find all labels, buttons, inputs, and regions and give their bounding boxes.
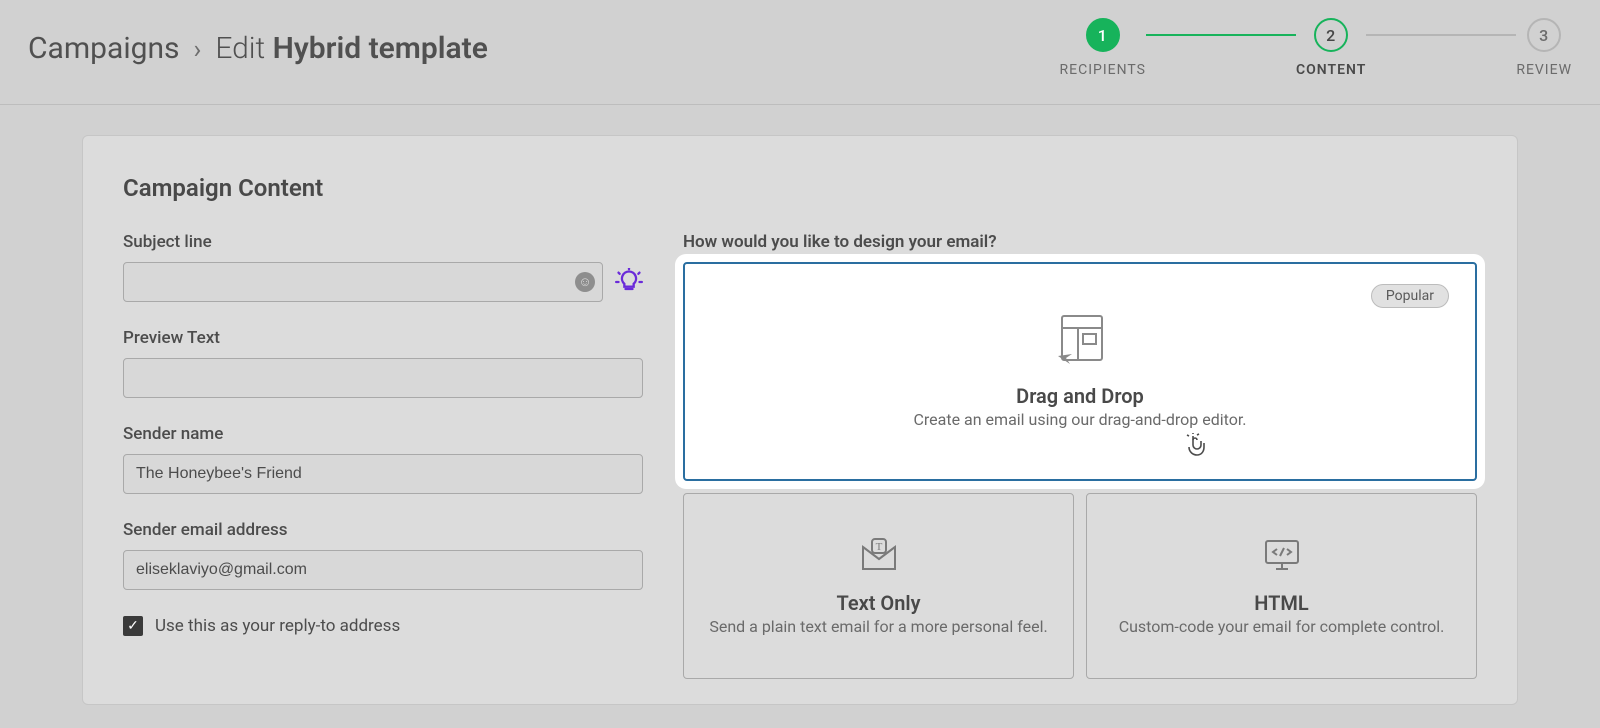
breadcrumb-root[interactable]: Campaigns xyxy=(28,31,180,66)
step-recipients[interactable]: 1 RECIPIENTS xyxy=(1060,18,1146,78)
html-title: HTML xyxy=(1254,591,1308,615)
svg-text:T: T xyxy=(875,541,882,553)
option-drag-and-drop[interactable]: Popular Drag and Drop Create an email us… xyxy=(683,262,1477,481)
dragdrop-title: Drag and Drop xyxy=(1016,384,1144,408)
option-html[interactable]: HTML Custom-code your email for complete… xyxy=(1086,493,1477,679)
reply-to-label: Use this as your reply-to address xyxy=(155,616,400,636)
sender-name-input[interactable] xyxy=(123,454,643,494)
textonly-desc: Send a plain text email for a more perso… xyxy=(709,617,1047,636)
drag-drop-icon xyxy=(1056,314,1104,370)
option-text-only[interactable]: T Text Only Send a plain text email for … xyxy=(683,493,1074,679)
page-header: Campaigns › Edit Hybrid template 1 RECIP… xyxy=(0,0,1600,105)
form-column: Subject line ☺ xyxy=(123,232,643,679)
step-circle-1: 1 xyxy=(1086,18,1120,52)
textonly-title: Text Only xyxy=(836,591,920,615)
lightbulb-icon[interactable] xyxy=(615,268,643,296)
design-column: How would you like to design your email?… xyxy=(683,232,1477,679)
sender-email-label: Sender email address xyxy=(123,520,643,540)
reply-to-checkbox[interactable]: ✓ xyxy=(123,616,143,636)
preview-label: Preview Text xyxy=(123,328,643,348)
breadcrumb-title: Hybrid template xyxy=(273,31,488,66)
sender-name-label: Sender name xyxy=(123,424,643,444)
cursor-icon xyxy=(1185,433,1207,461)
content-card: Campaign Content Subject line ☺ xyxy=(82,135,1518,705)
step-label-2: CONTENT xyxy=(1296,62,1366,78)
text-only-icon: T xyxy=(859,537,899,577)
breadcrumb-separator: › xyxy=(194,35,202,65)
breadcrumb-edit-prefix: Edit xyxy=(215,31,265,66)
dragdrop-desc: Create an email using our drag-and-drop … xyxy=(913,410,1246,429)
step-label-3: REVIEW xyxy=(1516,62,1572,78)
html-desc: Custom-code your email for complete cont… xyxy=(1119,617,1445,636)
subject-label: Subject line xyxy=(123,232,643,252)
popular-badge: Popular xyxy=(1371,284,1449,308)
emoji-icon[interactable]: ☺ xyxy=(575,272,595,292)
step-label-1: RECIPIENTS xyxy=(1060,62,1146,78)
design-question: How would you like to design your email? xyxy=(683,232,1477,252)
reply-to-row[interactable]: ✓ Use this as your reply-to address xyxy=(123,616,643,636)
step-circle-2: 2 xyxy=(1314,18,1348,52)
card-title: Campaign Content xyxy=(123,174,1477,202)
step-review[interactable]: 3 REVIEW xyxy=(1516,18,1572,78)
breadcrumb: Campaigns › Edit Hybrid template xyxy=(28,31,488,66)
preview-input[interactable] xyxy=(123,358,643,398)
subject-input[interactable] xyxy=(123,262,603,302)
step-circle-3: 3 xyxy=(1527,18,1561,52)
step-connector-1 xyxy=(1146,34,1296,36)
sender-email-input[interactable] xyxy=(123,550,643,590)
step-content[interactable]: 2 CONTENT xyxy=(1296,18,1366,78)
html-icon xyxy=(1262,537,1302,577)
step-connector-2 xyxy=(1366,34,1516,36)
stepper: 1 RECIPIENTS 2 CONTENT 3 REVIEW xyxy=(1060,18,1572,78)
